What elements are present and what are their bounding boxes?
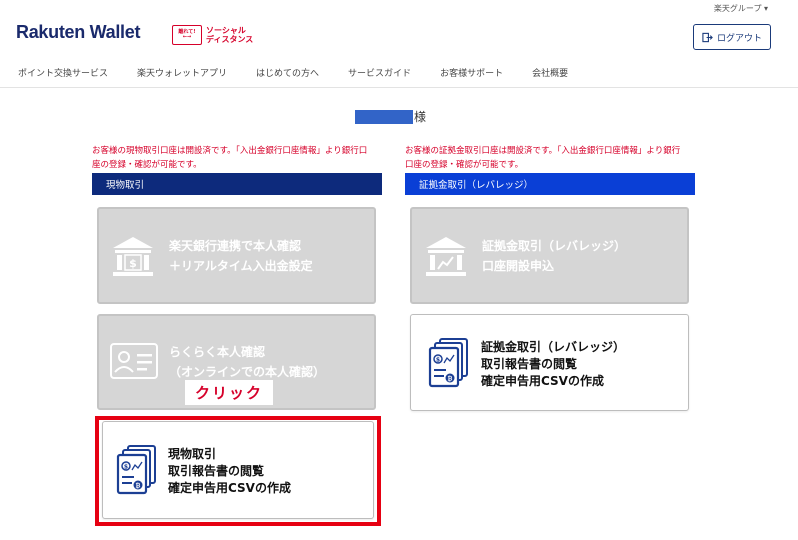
margin-trade-report-card[interactable]: $ ₿ 証拠金取引（レバレッジ） 取引報告書の閲覧 確定申告用CSVの作成: [410, 314, 689, 411]
card-label-line1: 楽天銀行連携で本人確認: [169, 239, 302, 253]
header: 楽天グループ ▾ Rakuten Wallet 離れて! ←→ ソーシャル ディ…: [0, 0, 798, 88]
spot-section-header: 現物取引: [92, 173, 382, 195]
margin-account-notice: お客様の証拠金取引口座は開設済です。「入出金銀行口座情報」より銀行 口座の登録・…: [405, 144, 705, 172]
highlight-box: [95, 416, 381, 526]
rakuten-group-link[interactable]: 楽天グループ ▾: [714, 3, 768, 14]
bank-icon: $: [113, 237, 153, 276]
social-distance-line1: ソーシャル: [206, 25, 246, 35]
spot-notice-line1: お客様の現物取引口座は開設済です。「入出金銀行口座情報」より銀行口: [92, 146, 368, 156]
card-label-line1: らくらく本人確認: [169, 345, 266, 359]
bank-chart-icon: [426, 237, 466, 276]
card-label-line1: 証拠金取引（レバレッジ）: [481, 340, 626, 354]
user-greeting: 様: [355, 108, 426, 125]
spot-section-title: 現物取引: [106, 180, 145, 191]
card-label-line2: 口座開設申込: [482, 259, 555, 273]
rakuten-bank-verification-card[interactable]: $ 楽天銀行連携で本人確認 ＋リアルタイム入出金設定: [97, 207, 376, 304]
card-label-line2: 取引報告書の閲覧: [481, 357, 578, 371]
nav-item-support[interactable]: お客様サポート: [440, 66, 503, 79]
card-label-line3: 確定申告用CSVの作成: [481, 374, 604, 388]
card-label: 証拠金取引（レバレッジ） 取引報告書の閲覧 確定申告用CSVの作成: [481, 339, 625, 390]
nav-item-beginners[interactable]: はじめての方へ: [256, 66, 319, 79]
nav-item-wallet-app[interactable]: 楽天ウォレットアプリ: [137, 66, 227, 79]
card-label-line2: （オンラインでの本人確認）: [169, 365, 326, 379]
nav-item-service-guide[interactable]: サービスガイド: [348, 66, 411, 79]
click-annotation: クリック: [185, 380, 273, 405]
spot-notice-line2: 座の登録・確認が可能です。: [92, 160, 202, 170]
margin-section-header: 証拠金取引（レバレッジ）: [405, 173, 695, 195]
margin-section-title: 証拠金取引（レバレッジ）: [419, 180, 534, 191]
card-label-line1: 証拠金取引（レバレッジ）: [482, 239, 627, 253]
nav-item-company[interactable]: 会社概要: [532, 66, 568, 79]
spot-account-notice: お客様の現物取引口座は開設済です。「入出金銀行口座情報」より銀行口 座の登録・確…: [92, 144, 392, 172]
margin-notice-line2: 口座の登録・確認が可能です。: [405, 160, 524, 170]
svg-text:₿: ₿: [448, 376, 453, 383]
main-nav: ポイント交換サービス 楽天ウォレットアプリ はじめての方へ サービスガイド お客…: [18, 66, 597, 79]
logout-label: ログアウト: [716, 33, 762, 44]
card-label: らくらく本人確認 （オンラインでの本人確認）: [169, 342, 325, 382]
svg-text:$: $: [129, 257, 137, 270]
logout-button[interactable]: ログアウト: [693, 24, 771, 50]
report-document-icon: $ ₿: [428, 338, 468, 388]
nav-item-point-exchange[interactable]: ポイント交換サービス: [18, 66, 108, 79]
margin-notice-line1: お客様の証拠金取引口座は開設済です。「入出金銀行口座情報」より銀行: [405, 146, 681, 156]
rakuten-wallet-logo[interactable]: Rakuten Wallet: [16, 22, 140, 43]
redacted-user-name: [355, 109, 413, 124]
card-label-line2: ＋リアルタイム入出金設定: [169, 259, 313, 273]
card-label: 証拠金取引（レバレッジ） 口座開設申込: [482, 236, 626, 276]
social-distance-badge: 離れて! ←→ ソーシャル ディスタンス: [172, 24, 253, 46]
margin-account-application-card[interactable]: 証拠金取引（レバレッジ） 口座開設申込: [410, 207, 689, 304]
social-distance-text: ソーシャル ディスタンス: [206, 26, 253, 44]
id-card-icon: [110, 343, 158, 379]
card-label: 楽天銀行連携で本人確認 ＋リアルタイム入出金設定: [169, 236, 313, 276]
social-distance-icon: 離れて! ←→: [172, 25, 202, 45]
user-suffix: 様: [414, 110, 427, 124]
social-distance-icon-arrows: ←→: [182, 34, 192, 40]
logout-icon: [702, 32, 713, 42]
social-distance-line2: ディスタンス: [206, 35, 254, 44]
svg-text:$: $: [436, 357, 440, 364]
